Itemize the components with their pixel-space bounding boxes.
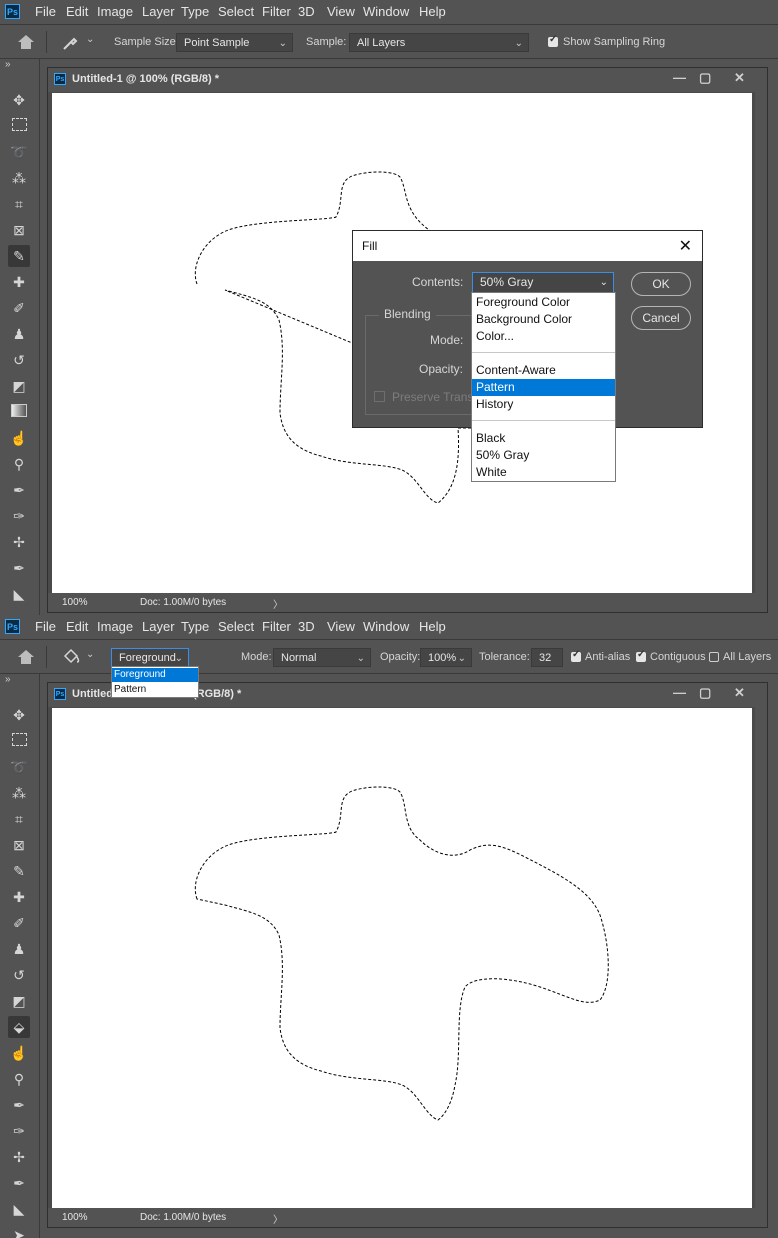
fill-source-options-list: Foreground Pattern — [111, 666, 199, 698]
contents-options-list: Foreground Color Background Color Color.… — [471, 292, 616, 482]
option-content-aware[interactable]: Content-Aware — [472, 362, 615, 379]
preserve-transparency-label: Preserve Trans — [392, 390, 474, 404]
option-history[interactable]: History — [472, 396, 615, 413]
ok-button[interactable]: OK — [631, 272, 691, 296]
option-50-gray[interactable]: 50% Gray — [472, 447, 615, 464]
option-background-color[interactable]: Background Color — [472, 311, 615, 328]
contents-value: 50% Gray — [480, 275, 534, 289]
blending-label: Blending — [379, 307, 436, 321]
option-pattern[interactable]: Pattern — [112, 683, 198, 697]
contents-dropdown[interactable]: 50% Gray ⌄ — [472, 272, 614, 293]
chevron-down-icon: ⌄ — [599, 277, 608, 288]
option-foreground[interactable]: Foreground — [112, 668, 198, 682]
close-icon[interactable]: ✕ — [679, 236, 692, 256]
preserve-transparency-checkbox[interactable] — [374, 391, 385, 402]
contents-label: Contents: — [412, 275, 464, 289]
selection-marquee — [194, 786, 609, 1121]
fill-dialog-titlebar: Fill ✕ — [353, 231, 702, 261]
separator — [472, 420, 615, 421]
opacity-label: Opacity: — [419, 362, 464, 376]
photoshop-window-bottom: Ps File Edit Image Layer Type Select Fil… — [0, 615, 778, 1238]
option-pattern[interactable]: Pattern — [472, 379, 615, 396]
mode-label: Mode: — [430, 333, 464, 347]
separator — [472, 352, 615, 353]
photoshop-window-top: Ps File Edit Image Layer Type Select Fil… — [0, 0, 778, 615]
option-foreground-color[interactable]: Foreground Color — [472, 294, 615, 311]
option-color[interactable]: Color... — [472, 328, 615, 345]
option-white[interactable]: White — [472, 464, 615, 481]
cancel-button[interactable]: Cancel — [631, 306, 691, 330]
option-black[interactable]: Black — [472, 430, 615, 447]
fill-dialog-title: Fill — [362, 239, 378, 253]
